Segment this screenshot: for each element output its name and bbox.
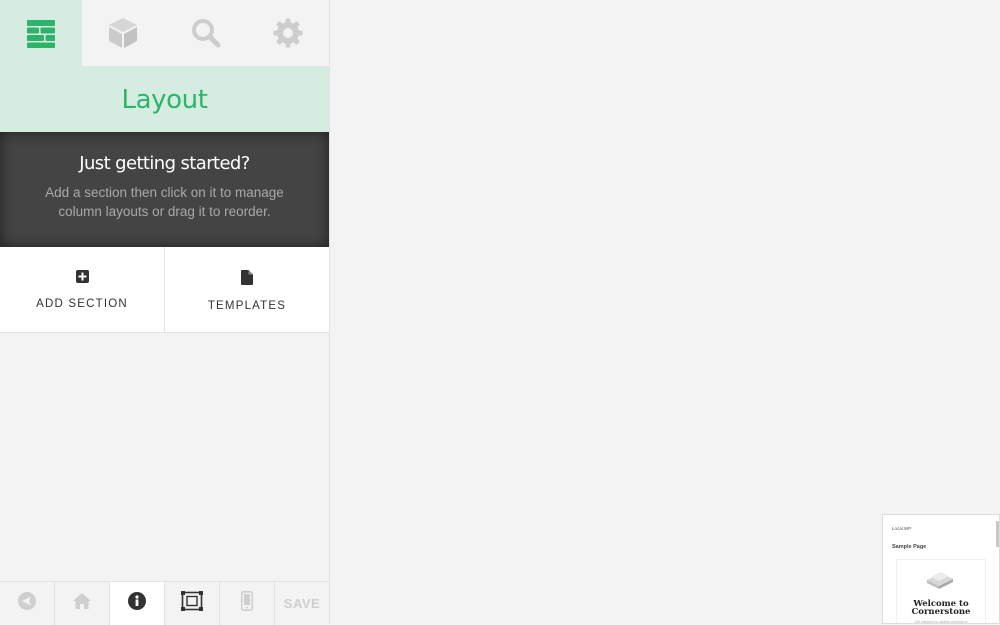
home-icon — [73, 593, 91, 614]
home-button[interactable] — [55, 582, 110, 625]
preview-subtext: Get inspired for adding sections to — [914, 620, 968, 624]
sidebar-nav-tabs — [0, 0, 329, 67]
tab-elements[interactable] — [82, 0, 165, 67]
save-label: SAVE — [283, 596, 321, 611]
getting-started-text: Add a section then click on it to manage… — [45, 185, 284, 219]
document-icon — [241, 270, 253, 290]
tab-settings[interactable] — [246, 0, 329, 67]
preview-page-title: Sample Page — [892, 544, 927, 550]
add-section-button[interactable]: ADD SECTION — [0, 247, 164, 332]
fullscreen-icon — [181, 591, 203, 616]
responsive-button[interactable] — [165, 582, 220, 625]
plus-square-icon — [75, 270, 89, 288]
gear-icon — [273, 18, 303, 48]
panel-title: Layout — [121, 84, 208, 115]
preview-site-name: Local WP — [892, 526, 912, 531]
section-actions: ADD SECTION TEMPLATES — [0, 247, 329, 333]
tab-inspector[interactable] — [164, 0, 247, 67]
bottom-toolbar: SAVE — [0, 581, 329, 625]
tab-layout[interactable] — [0, 0, 83, 67]
info-icon — [128, 592, 146, 615]
getting-started-title: Just getting started? — [79, 153, 250, 174]
getting-started-box: Just getting started? Add a section then… — [0, 132, 329, 247]
search-icon — [191, 18, 221, 48]
mobile-icon — [241, 591, 253, 616]
builder-sidebar: Layout Just getting started? Add a secti… — [0, 0, 330, 625]
page-preview-thumbnail[interactable]: Local WP Sample Page Welcome to Cornerst… — [882, 514, 1000, 624]
templates-label: TEMPLATES — [207, 300, 287, 312]
panel-header: Layout — [0, 67, 329, 132]
templates-button[interactable]: TEMPLATES — [164, 247, 329, 332]
exit-button[interactable] — [0, 582, 55, 625]
layout-icon — [27, 19, 56, 48]
preview-welcome-line2: Cornerstone — [911, 607, 971, 617]
add-section-label: ADD SECTION — [36, 298, 128, 310]
save-button[interactable]: SAVE — [275, 582, 329, 625]
back-arrow-icon — [18, 592, 36, 615]
cornerstone-logo-icon — [925, 571, 955, 594]
cube-icon — [108, 17, 138, 49]
preview-welcome-heading: Welcome to Cornerstone — [893, 600, 989, 617]
preview-scrollbar[interactable] — [996, 521, 999, 547]
mobile-button[interactable] — [220, 582, 275, 625]
info-button[interactable] — [110, 582, 165, 625]
